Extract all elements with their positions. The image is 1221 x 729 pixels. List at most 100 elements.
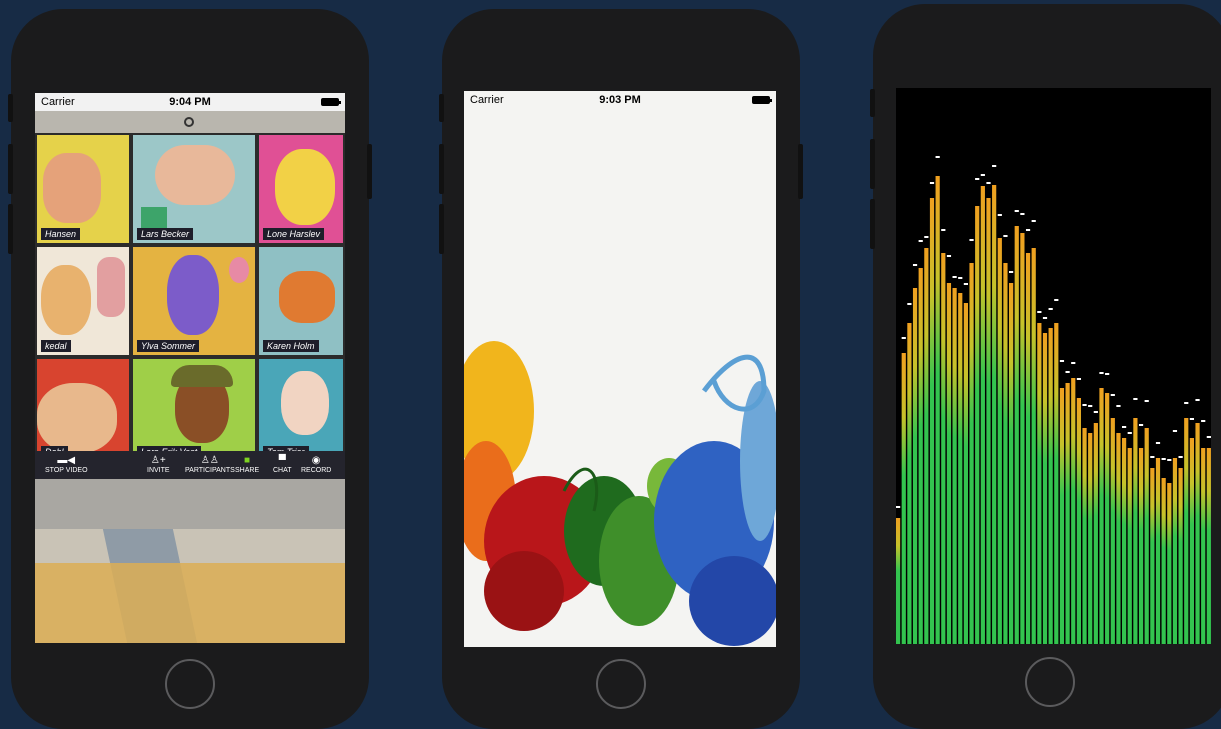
spectrum-peak [1127,432,1132,434]
stop-video-button[interactable]: ▬◀ STOP VIDEO [45,455,88,474]
volume-down-button [439,204,444,254]
spectrum-peak [1059,360,1065,362]
spectrum-bar [1138,448,1144,644]
spectrum-peak [1082,404,1087,406]
spectrum-bar [912,288,918,644]
spectrum-peak [1110,394,1115,396]
spectrum-bar [1025,253,1031,644]
spectrum-bar [941,253,946,644]
spectrum-peak [1122,426,1127,428]
spectrum-bar [935,176,940,644]
participant-tile[interactable]: Ylva Sommer [131,245,257,357]
spectrum-bar [1048,328,1053,644]
face-illustration [43,153,101,223]
participant-tile[interactable]: Lars Becker [131,133,257,245]
spectrum-peak [1116,405,1121,407]
spectrum-peak [1071,362,1076,364]
home-button[interactable] [1025,657,1075,707]
spectrum-bar [958,293,963,644]
spectrum-peak [975,178,980,180]
spectrum-bar [901,353,906,644]
spectrum-peak [901,337,906,339]
home-button[interactable] [596,659,646,709]
participants-button[interactable]: ♙♙ PARTICIPANTS [185,455,235,474]
spectrum-bar [918,268,923,644]
spectrum-peak [1105,373,1110,375]
record-button[interactable]: ◉ RECORD [301,455,331,474]
participant-tile[interactable]: kedal [35,245,131,357]
paint-splash-illustration [464,341,776,646]
spectrum-bar [1076,398,1081,644]
spectrum-bar [1201,448,1206,644]
portrait-illustration [229,257,249,283]
spectrum-peak [907,303,912,305]
spectrum-peak [946,255,952,257]
spectrum-peak [958,277,963,279]
record-icon: ◉ [311,455,321,466]
spectrum-bar [1088,433,1093,644]
spectrum-bar [1054,323,1059,644]
figure-illustration [97,257,125,317]
spectrum-peak [935,156,940,158]
spectrum-bar [1071,378,1076,644]
spectrum-peak [1178,456,1183,458]
spectrum-peak [1138,424,1144,426]
participant-name: Lone Harslev [263,228,325,240]
spectrum-bar [986,198,991,644]
invite-button[interactable]: ♙+ INVITE [147,455,170,474]
side-button [870,89,875,117]
spectrum-bar [1155,458,1161,644]
spectrum-bar [1003,263,1008,644]
participant-tile[interactable]: Lars-Erik Vest [131,357,257,463]
face-illustration [167,255,219,335]
volume-up-button [439,144,444,194]
meeting-toolbar: ▬◀ STOP VIDEO ♙+ INVITE ♙♙ PARTICIPANTS ■ SH… [35,451,345,479]
spectrum-peak [918,240,923,242]
spectrum-peak [941,229,946,231]
spectrum-peak [1167,459,1172,461]
participant-name: Ylva Sommer [137,340,200,352]
spectrum-peak [1161,458,1166,460]
participant-tile[interactable]: Hansen [35,133,131,245]
spectrum-bar [1144,428,1149,644]
spectrum-peak [1195,399,1200,401]
spectrum-bar [1178,468,1183,644]
volume-up-button [870,139,875,189]
spectrum-bar [907,323,912,644]
spectrum-bar [1093,423,1098,644]
spectrum-peak [969,239,974,241]
volume-down-button [870,199,875,249]
spectrum-peak [1206,436,1211,438]
desk [35,563,345,643]
spectrum-peak [896,506,901,508]
participant-tile[interactable]: Karen Holm [257,245,345,357]
share-button[interactable]: ■ SHARE [235,455,259,474]
home-button[interactable] [165,659,215,709]
spectrum-peak [1172,430,1178,432]
face-illustration [275,149,335,225]
screen: Carrier 9:03 PM [464,91,776,647]
participant-name: kedal [41,340,71,352]
spectrum-peak [1020,213,1025,215]
screen [896,88,1211,644]
participant-tile[interactable]: Dahl [35,357,131,463]
feet-illustration [155,145,235,205]
participant-tile[interactable]: Tom Trier [257,357,345,463]
participant-tile[interactable]: Lone Harslev [257,133,345,245]
spectrum-peak [1042,317,1048,319]
spectrum-bar [969,263,974,644]
spectrum-bar [997,238,1002,644]
spectrum-visualizer [896,156,1211,644]
phone-paint-splash: Carrier 9:03 PM [439,9,803,729]
power-button [367,144,372,199]
add-user-icon: ♙+ [150,455,166,466]
spectrum-bar [963,303,968,644]
chat-button[interactable]: ▀ CHAT [273,455,292,474]
spectrum-peak [1099,372,1104,374]
spectrum-bar [975,206,980,644]
spectrum-peak [963,283,968,285]
face-illustration [281,371,329,435]
spectrum-peak [912,264,918,266]
spectrum-bar [1099,388,1104,644]
monitor-base [35,479,345,529]
